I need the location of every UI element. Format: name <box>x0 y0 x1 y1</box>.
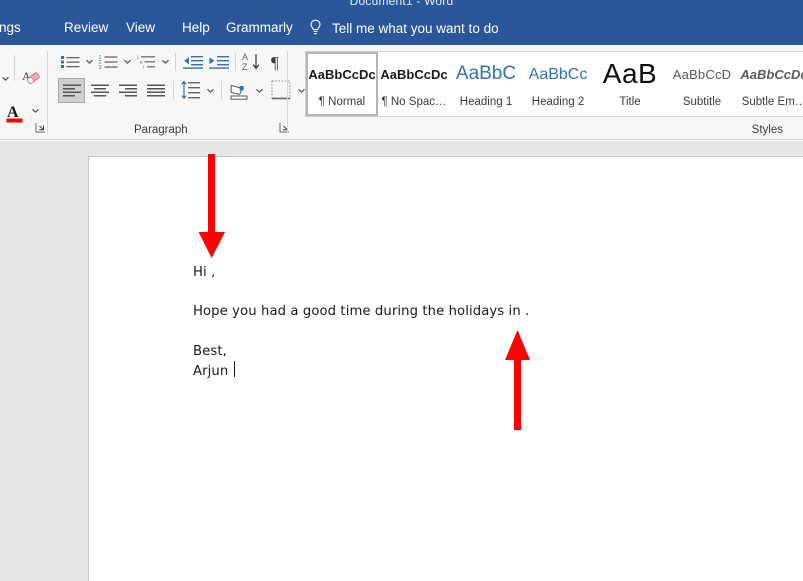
paragraph-group: 1 2 3 1 a i A Z ¶ Paragraph <box>55 45 305 139</box>
borders-icon[interactable] <box>269 78 293 102</box>
word-window: Document1 - Word ilings Review View Help… <box>0 0 803 581</box>
increase-indent-icon[interactable] <box>207 51 231 73</box>
style-preview-title: AaB <box>602 59 658 90</box>
font-dialog-launcher[interactable] <box>35 122 46 133</box>
doc-line-greeting: Hi , <box>193 265 216 280</box>
style-name-subtle-emphasis: Subtle Em… <box>741 95 803 108</box>
shading-dropdown-chevron[interactable] <box>253 83 266 97</box>
doc-line-signoff: Best, <box>193 344 227 359</box>
line-spacing-icon[interactable] <box>179 77 203 103</box>
pilcrow-icon[interactable]: ¶ <box>267 50 289 74</box>
style-name-title: Title <box>619 95 641 108</box>
shading-icon[interactable] <box>227 77 252 103</box>
annotation-arrow-up <box>503 329 535 430</box>
font-paragraph-divider <box>47 51 48 133</box>
align-justify-icon[interactable] <box>143 78 169 103</box>
style-preview-heading-1: AaBbC <box>455 63 517 85</box>
doc-line-signature: Arjun <box>193 364 229 379</box>
ribbon: A A 1 2 3 1 a i A Z ¶ Paragraph AaBbCcDc… <box>0 45 803 140</box>
annotation-arrow-down <box>196 154 228 259</box>
bullets-dropdown-chevron[interactable] <box>83 54 96 68</box>
paragraph-divider-1 <box>175 53 176 71</box>
style-tile-heading-1[interactable]: AaBbC Heading 1 <box>450 52 522 116</box>
title-bar: Document1 - Word ilings Review View Help… <box>0 0 803 45</box>
multilevel-list-dropdown-chevron[interactable] <box>159 54 172 68</box>
bullet-list-icon[interactable] <box>59 51 83 73</box>
styles-group-label: Styles <box>751 124 783 136</box>
sort-az-icon[interactable]: A Z <box>241 50 263 74</box>
align-right-icon[interactable] <box>115 78 141 103</box>
tell-me-box[interactable]: Tell me what you want to do <box>308 16 499 40</box>
style-preview-subtle-emphasis: AaBbCcDc <box>740 66 803 82</box>
paragraph-dialog-launcher[interactable] <box>279 122 290 133</box>
paragraph-divider-3 <box>173 81 174 100</box>
multilevel-list-icon[interactable]: 1 a i <box>135 51 159 73</box>
svg-text:3: 3 <box>99 65 102 71</box>
align-center-icon[interactable] <box>87 78 113 103</box>
clear-formatting-icon[interactable]: A <box>20 65 46 91</box>
style-preview-heading-2: AaBbCc <box>528 65 588 83</box>
svg-text:A: A <box>242 52 248 62</box>
line-spacing-dropdown-chevron[interactable] <box>204 83 217 97</box>
style-preview-no-spacing: AaBbCcDc <box>380 66 448 82</box>
style-tile-normal[interactable]: AaBbCcDc ¶ Normal <box>306 52 378 116</box>
style-tile-subtle-emphasis[interactable]: AaBbCcDc Subtle Em… <box>738 52 803 116</box>
font-group: A A <box>0 45 53 139</box>
style-name-subtitle: Subtitle <box>682 95 722 108</box>
decrease-indent-icon[interactable] <box>181 51 205 73</box>
align-left-icon[interactable] <box>58 78 85 103</box>
svg-text:i: i <box>143 65 144 70</box>
svg-text:A: A <box>7 104 19 121</box>
style-preview-subtitle: AaBbCcD <box>672 66 732 82</box>
style-name-normal: ¶ Normal <box>318 95 366 108</box>
numbered-list-icon[interactable]: 1 2 3 <box>97 51 121 73</box>
menu-grammarly[interactable]: Grammarly <box>212 16 307 40</box>
paragraph-styles-divider <box>287 51 288 133</box>
document-title: Document1 - Word <box>349 0 454 8</box>
paragraph-divider-4 <box>221 81 222 100</box>
lightbulb-icon <box>308 19 323 37</box>
style-tile-heading-2[interactable]: AaBbCc Heading 2 <box>522 52 594 116</box>
style-name-no-spacing: ¶ No Spac… <box>381 95 447 108</box>
text-caret <box>234 361 235 377</box>
menu-view[interactable]: View <box>112 16 169 40</box>
tell-me-label: Tell me what you want to do <box>332 20 499 36</box>
font-color-dropdown-chevron[interactable] <box>28 103 42 117</box>
font-size-dropdown-chevron[interactable] <box>0 71 12 85</box>
styles-gallery: AaBbCcDc ¶ Normal AaBbCcDc ¶ No Spac… Aa… <box>305 51 803 117</box>
numbering-dropdown-chevron[interactable] <box>121 54 134 68</box>
styles-group: AaBbCcDc ¶ Normal AaBbCcDc ¶ No Spac… Aa… <box>300 45 803 139</box>
style-name-heading-1: Heading 1 <box>459 95 513 108</box>
style-name-heading-2: Heading 2 <box>531 95 585 108</box>
svg-text:Z: Z <box>242 62 248 72</box>
paragraph-group-label: Paragraph <box>134 124 188 136</box>
doc-line-body: Hope you had a good time during the holi… <box>193 304 530 319</box>
font-color-icon[interactable]: A <box>3 101 29 127</box>
menu-mailings[interactable]: ilings <box>0 16 35 40</box>
style-preview-normal: AaBbCcDc <box>308 66 376 82</box>
style-tile-title[interactable]: AaB Title <box>594 52 666 116</box>
paragraph-divider-2 <box>235 53 236 71</box>
style-tile-no-spacing[interactable]: AaBbCcDc ¶ No Spac… <box>378 52 450 116</box>
document-canvas[interactable]: Hi , Hope you had a good time during the… <box>0 141 803 581</box>
style-tile-subtitle[interactable]: AaBbCcD Subtitle <box>666 52 738 116</box>
svg-text:¶: ¶ <box>271 53 279 72</box>
font-group-divider <box>14 55 15 81</box>
